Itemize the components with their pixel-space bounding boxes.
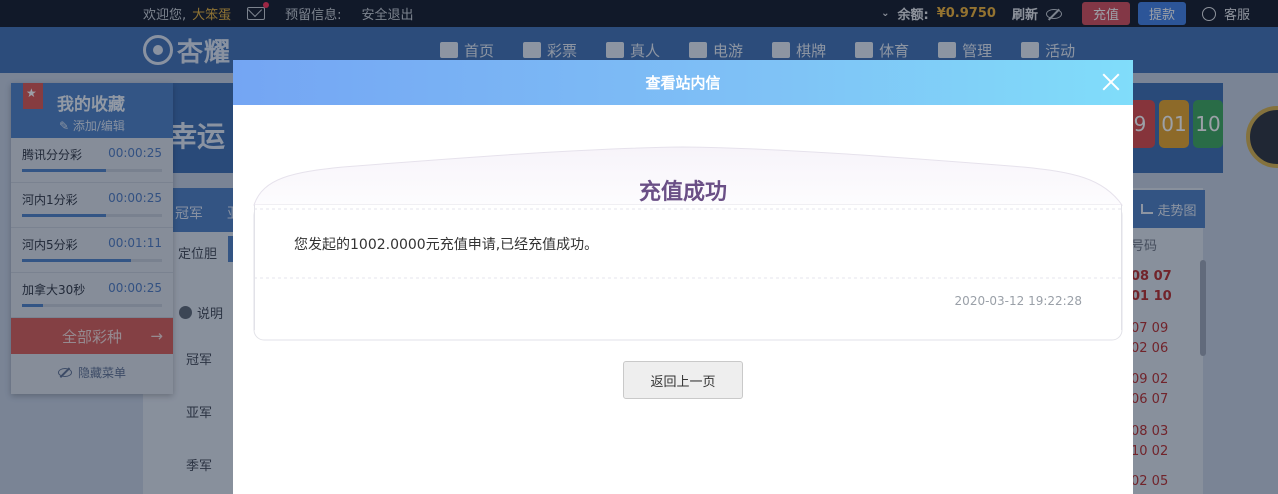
modal-title: 查看站内信	[645, 74, 721, 92]
envelope-card	[253, 146, 1123, 341]
close-icon[interactable]	[1101, 72, 1121, 92]
back-button[interactable]: 返回上一页	[623, 361, 743, 399]
modal-header: 查看站内信	[233, 60, 1133, 105]
message-modal: 查看站内信 充值成功 您发起的1002.0000元充值申请,已经充值成功。 20…	[233, 60, 1133, 494]
message-title: 充值成功	[638, 180, 727, 205]
message-timestamp: 2020-03-12 19:22:28	[954, 294, 1082, 308]
message-body: 您发起的1002.0000元充值申请,已经充值成功。	[294, 237, 599, 253]
